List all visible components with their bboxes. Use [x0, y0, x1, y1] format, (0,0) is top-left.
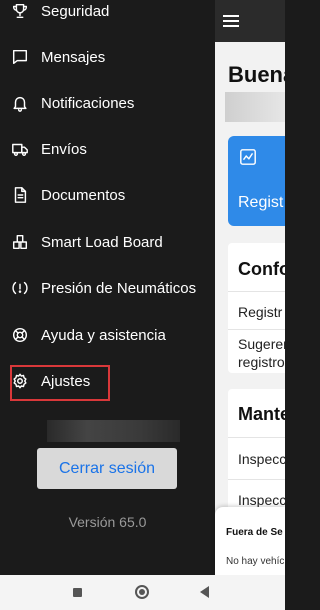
compliance-row[interactable]: Registr [228, 291, 285, 330]
compliance-row-label: Sugeren [238, 336, 285, 352]
recent-apps-icon[interactable] [73, 588, 82, 597]
menu-item-presion-neumaticos[interactable]: Presión de Neumáticos [0, 265, 215, 311]
maintenance-card-title: Mante [238, 404, 285, 424]
menu-item-smart-load-board[interactable]: Smart Load Board [0, 219, 215, 265]
compliance-row-label: Registr [238, 304, 283, 320]
compliance-row[interactable]: Sugeren registro [228, 329, 285, 374]
chart-icon [239, 148, 259, 168]
register-card-label: Regist [238, 194, 284, 211]
maintenance-row[interactable]: Inspecc [228, 437, 285, 480]
menu-label-envios: Envíos [41, 140, 87, 158]
main-content: Buena Regist Confo Registr Sugeren regis… [215, 0, 285, 575]
top-app-bar [215, 0, 285, 42]
menu-label-presion-neumaticos: Presión de Neumáticos [41, 279, 197, 297]
menu-label-ayuda: Ayuda y asistencia [41, 326, 166, 344]
sheet-title: Fuera de Se [226, 527, 283, 538]
out-of-service-sheet[interactable]: Fuera de Se No hay vehíc [215, 507, 285, 575]
menu-item-ayuda[interactable]: Ayuda y asistencia [0, 312, 215, 358]
lifebuoy-icon [10, 325, 30, 345]
version-label: Versión 65.0 [68, 514, 147, 530]
menu-item-notificaciones[interactable]: Notificaciones [0, 80, 215, 126]
document-icon [10, 185, 30, 205]
message-icon [10, 47, 30, 67]
menu-item-mensajes[interactable]: Mensajes [0, 34, 215, 80]
load-board-icon [10, 232, 30, 252]
maintenance-row-label: Inspecc [238, 451, 285, 467]
menu-item-envios[interactable]: Envíos [0, 126, 215, 172]
menu-item-seguridad[interactable]: Seguridad [0, 0, 215, 34]
truck-icon [10, 139, 30, 159]
navigation-drawer: Seguridad Mensajes Notificaciones Envíos… [0, 0, 215, 575]
logout-button[interactable]: Cerrar sesión [37, 448, 177, 489]
redacted-user-info [47, 420, 180, 442]
home-icon[interactable] [135, 585, 149, 599]
greeting-title: Buena [228, 62, 285, 87]
menu-label-notificaciones: Notificaciones [41, 94, 135, 112]
sheet-text: No hay vehíc [226, 556, 285, 567]
trophy-icon [10, 1, 30, 21]
menu-label-documentos: Documentos [41, 186, 126, 204]
ajustes-highlight-box [10, 365, 110, 401]
compliance-card: Confo Registr Sugeren registro [228, 243, 285, 373]
system-navigation-bar [0, 575, 285, 610]
tire-pressure-icon [10, 278, 30, 298]
menu-label-seguridad: Seguridad [41, 2, 110, 20]
menu-item-documentos[interactable]: Documentos [0, 172, 215, 218]
compliance-card-title: Confo [238, 259, 285, 279]
menu-label-mensajes: Mensajes [41, 48, 106, 66]
bell-icon [10, 93, 30, 113]
back-icon[interactable] [200, 586, 209, 598]
register-card[interactable]: Regist [228, 136, 285, 226]
maintenance-card: Mante Inspecc Inspecc [228, 389, 285, 519]
redacted-username [225, 92, 285, 122]
menu-label-smart-load-board: Smart Load Board [41, 233, 163, 251]
menu-icon[interactable] [223, 15, 239, 27]
maintenance-row-label: Inspecc [238, 492, 285, 508]
compliance-row-label-cont: registro [238, 354, 285, 370]
